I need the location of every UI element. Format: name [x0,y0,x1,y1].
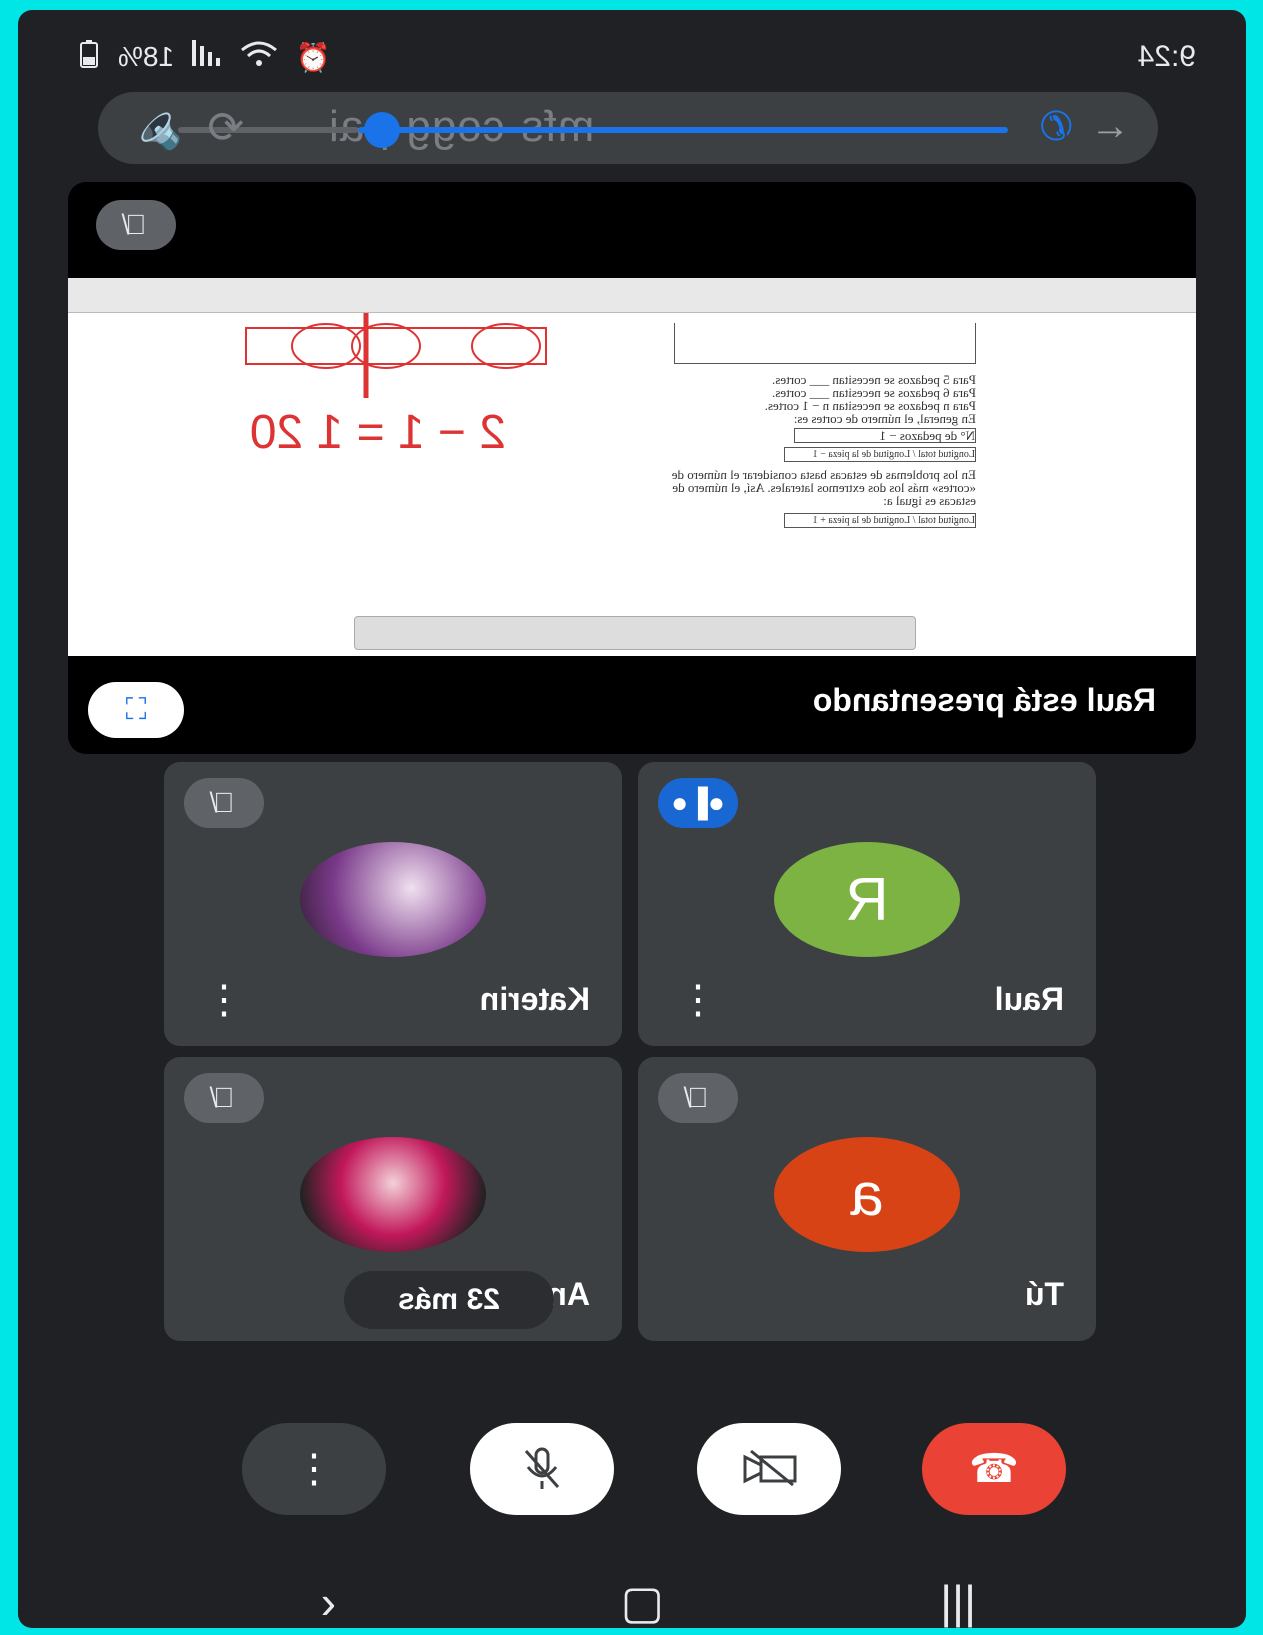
volume-slider-fill [358,127,1008,133]
phone-screen: 9:24 ⏰ 18% ← ✆ mfs-cogg-pai ⟲ 🔈 🎙̸ [18,10,1246,1628]
handwriting: 2 − 1 = 1 20 [245,313,547,459]
speaking-indicator-icon: ●▌● [658,778,738,828]
battery-percent: 18% [118,41,175,72]
status-bar: 9:24 ⏰ 18% [78,32,1196,82]
more-options-icon[interactable]: ⋮ [678,978,718,1022]
participant-name: Katerin [479,981,590,1017]
whiteboard-diagram [674,323,976,364]
status-icons: ⏰ 18% [78,39,331,76]
hang-up-button[interactable]: ☎ [922,1423,1066,1515]
avatar [300,842,486,957]
camera-off-button[interactable] [697,1423,841,1515]
more-participants-pill[interactable]: 23 más [344,1271,554,1329]
signal-icon [192,39,222,75]
wb-box: Longitud total / Longitud de la pieza − … [784,447,976,462]
camera-off-icon [743,1449,797,1487]
whiteboard-bottom-toolbar [354,616,916,650]
participant-tile-raul[interactable]: ●▌● R Raul ⋮ [638,762,1096,1046]
speaker-chevron-icon[interactable]: 🔈 [128,100,183,152]
volume-slider-thumb[interactable] [364,112,400,148]
clock: 9:24 [1137,40,1196,73]
wb-paragraph: En los problemas de estacas basta consid… [671,467,976,508]
switch-camera-icon[interactable]: ⟲ [208,102,245,153]
alarm-icon: ⏰ [296,41,331,73]
mic-muted-icon: 🎙̸ [658,1073,738,1123]
phone-audio-icon[interactable]: ✆ [1039,104,1073,150]
fullscreen-button[interactable]: ⛶ [88,682,184,738]
mic-muted-icon: 🎙̸ [184,1073,264,1123]
mic-off-icon [524,1447,560,1489]
mic-muted-icon: 🎙̸ [184,778,264,828]
participant-name: Raul [994,981,1064,1017]
participant-tile-katerin[interactable]: 🎙̸ Katerin ⋮ [164,762,622,1046]
wb-line: En general, el número de cortes es: [793,411,976,426]
participant-tile-analuz[interactable]: 🎙̸ Analuz yiun 23 más [164,1057,622,1341]
handwriting-text: 2 − 1 = 1 20 [250,406,506,459]
presentation-panel: 🎙̸ Para 5 pedazos se necesitan ___ corte… [68,182,1196,754]
wb-formula: N° de pedazos − 1 [794,428,976,443]
recent-apps-icon[interactable]: ||| [940,1575,976,1628]
back-arrow-icon[interactable]: ← [1090,104,1130,149]
mirrored-screen: 9:24 ⏰ 18% ← ✆ mfs-cogg-pai ⟲ 🔈 🎙̸ [18,10,1246,1628]
avatar: a [774,1137,960,1252]
wb-box: Longitud total / Longitud de la pieza + … [784,513,976,528]
home-icon[interactable]: ▢ [621,1575,664,1628]
avatar-initial: a [850,1161,884,1228]
more-options-button[interactable]: ⋮ [242,1423,386,1515]
participant-name: Tú [1024,1276,1064,1312]
avatar [300,1137,486,1252]
presenting-caption: Raul está presentando [812,682,1156,718]
participant-tile-tu[interactable]: 🎙̸ a Tú [638,1057,1096,1341]
mic-off-button[interactable] [470,1423,614,1515]
shared-whiteboard: Para 5 pedazos se necesitan ___ cortes. … [68,278,1196,656]
more-options-icon[interactable]: ⋮ [204,978,244,1022]
battery-icon [78,39,100,76]
wifi-icon [240,40,278,75]
avatar-initial: R [845,866,889,933]
avatar: R [774,842,960,957]
meeting-top-bar: ← ✆ mfs-cogg-pai ⟲ 🔈 [98,92,1158,164]
presenter-muted-icon: 🎙̸ [96,200,176,250]
back-icon[interactable]: ‹ [321,1575,336,1628]
volume-slider-track[interactable] [178,127,358,133]
whiteboard-text: Para 5 pedazos se necesitan ___ cortes. … [666,372,976,528]
